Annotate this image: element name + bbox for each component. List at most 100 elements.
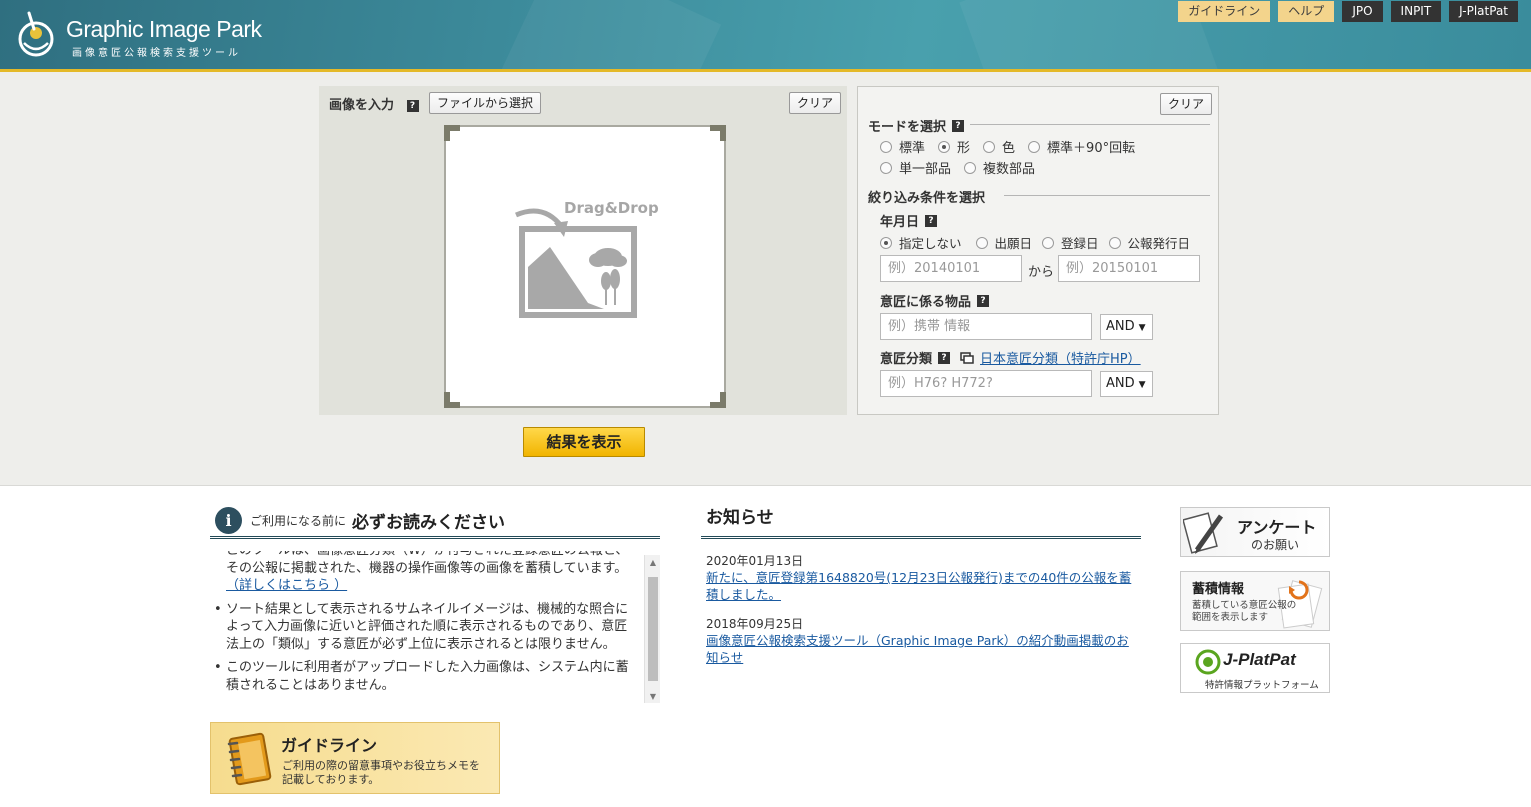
news-item: 2020年01月13日 新たに、意匠登録第1648820号(12月23日公報発行… — [706, 553, 1136, 603]
notice-scroll-box[interactable]: このツールは、画像意匠分類（W）が付与された登録意匠の公報と、その公報に掲載され… — [210, 551, 660, 703]
news-link[interactable]: 画像意匠公報検索支援ツール（Graphic Image Park）の紹介動画掲載… — [706, 632, 1136, 666]
date-option-application[interactable]: 出願日 — [975, 233, 1032, 252]
drop-corner — [444, 392, 460, 408]
date-option-publication[interactable]: 公報発行日 — [1108, 233, 1191, 252]
article-title-wrap: 意匠に係る物品 ? — [880, 291, 990, 310]
help-icon[interactable]: ? — [977, 294, 990, 307]
image-placeholder-icon — [515, 208, 637, 318]
date-to-input[interactable]: 例）20150101 — [1058, 255, 1200, 282]
radio-button[interactable] — [983, 140, 996, 153]
drop-corner — [444, 125, 460, 141]
article-operator-select[interactable]: AND ▼ — [1100, 314, 1153, 340]
class-reference-link[interactable]: 日本意匠分類（特許庁HP） — [980, 348, 1141, 367]
guideline-desc-line: 記載しております。 — [282, 773, 380, 786]
guideline-banner-title: ガイドライン — [281, 736, 378, 755]
class-operator-value: AND — [1106, 376, 1135, 391]
date-title-wrap: 年月日 ? — [880, 211, 938, 230]
mode-option-color[interactable]: 色 — [983, 137, 1015, 156]
search-options-panel: クリア モードを選択 ? 標準 形 色 標準＋90°回転 単一部品 複数部品 絞… — [857, 86, 1219, 415]
news-section: お知らせ 2020年01月13日 新たに、意匠登録第1648820号(12月23… — [701, 505, 1141, 665]
stock-desc-line: 蓄積している意匠公報の — [1192, 600, 1297, 611]
radio-button-selected[interactable] — [938, 140, 951, 153]
article-title: 意匠に係る物品 — [880, 295, 972, 310]
show-results-button[interactable]: 結果を表示 — [523, 427, 645, 457]
drop-corner — [710, 392, 726, 408]
guideline-banner[interactable]: ガイドライン ご利用の際の留意事項やお役立ちメモを 記載しております。 — [210, 722, 500, 794]
search-area: 画像を入力 ? ファイルから選択 クリア Drag&Drop 結果を表示 クリア… — [0, 72, 1531, 486]
filter-section-title: 絞り込み条件を選択 — [868, 187, 985, 206]
notice-title: 必ずお読みください — [352, 513, 506, 533]
mode-option-shape[interactable]: 形 — [938, 137, 970, 156]
radio-button[interactable] — [975, 236, 988, 249]
radio-button[interactable] — [1042, 236, 1055, 249]
divider — [970, 124, 1210, 125]
news-item: 2018年09月25日 画像意匠公報検索支援ツール（Graphic Image … — [706, 616, 1136, 666]
stock-title: 蓄積情報 — [1192, 582, 1245, 597]
class-operator-select[interactable]: AND ▼ — [1100, 371, 1153, 397]
date-to-label: から — [1028, 265, 1055, 280]
details-link[interactable]: （詳しくはこちら ） — [226, 578, 347, 593]
news-title: お知らせ — [701, 505, 1141, 539]
drop-corner — [710, 125, 726, 141]
stock-info-banner[interactable]: 蓄積情報 蓄積している意匠公報の 範囲を表示します — [1180, 571, 1330, 631]
date-title: 年月日 — [880, 215, 920, 230]
notice-item: このツールに利用者がアップロードした入力画像は、システム内に蓄積されることはあり… — [214, 659, 640, 694]
image-clear-button[interactable]: クリア — [789, 92, 842, 114]
mode-option-rotate[interactable]: 標準＋90°回転 — [1028, 137, 1135, 156]
help-icon[interactable]: ? — [938, 351, 951, 364]
mode-label: 標準＋90°回転 — [1047, 141, 1136, 156]
date-type-label: 公報発行日 — [1127, 236, 1191, 251]
mode-option-single[interactable]: 単一部品 — [880, 158, 951, 177]
notice-header: i ご利用になる前に 必ずお読みください — [210, 505, 660, 539]
scroll-down-icon[interactable]: ▼ — [645, 689, 660, 703]
radio-button[interactable] — [964, 161, 977, 174]
mode-label: 単一部品 — [899, 162, 952, 177]
nav-inpit[interactable]: INPIT — [1390, 1, 1442, 22]
date-type-options: 指定しない 出願日 登録日 公報発行日 — [880, 233, 1190, 252]
article-input[interactable]: 例）携帯 情報 — [880, 313, 1092, 340]
scroll-up-icon[interactable]: ▲ — [645, 555, 660, 571]
help-icon[interactable]: ? — [952, 119, 965, 132]
mode-label: 標準 — [899, 141, 926, 156]
pen-paper-icon — [1183, 512, 1224, 554]
image-input-label: 画像を入力 — [329, 98, 395, 113]
date-from-input[interactable]: 例）20140101 — [880, 255, 1022, 282]
notice-scrollbar[interactable]: ▲ ▼ — [644, 555, 660, 703]
select-file-button[interactable]: ファイルから選択 — [429, 92, 542, 114]
radio-button[interactable] — [1028, 140, 1041, 153]
news-link[interactable]: 新たに、意匠登録第1648820号(12月23日公報発行)までの40件の公報を蓄… — [706, 569, 1136, 603]
mode-label: 色 — [1002, 141, 1016, 156]
nav-jpo[interactable]: JPO — [1342, 1, 1383, 22]
notice-section: i ご利用になる前に 必ずお読みください このツールは、画像意匠分類（W）が付与… — [210, 505, 660, 703]
nav-jplatpat[interactable]: J-PlatPat — [1449, 1, 1518, 22]
options-clear-button[interactable]: クリア — [1160, 93, 1213, 115]
nav-help[interactable]: ヘルプ — [1278, 1, 1335, 22]
notice-item-text: このツールは、画像意匠分類（W）が付与された登録意匠の公報と、その公報に掲載され… — [226, 551, 628, 576]
info-icon: i — [215, 507, 242, 534]
image-input-panel: 画像を入力 ? ファイルから選択 クリア Drag&Drop — [319, 86, 847, 415]
mode-section-title: モードを選択 ? — [868, 116, 965, 135]
jplatpat-banner[interactable]: J-PlatPat 特許情報プラットフォーム — [1180, 643, 1330, 693]
help-icon[interactable]: ? — [406, 99, 419, 112]
image-drop-zone[interactable]: Drag&Drop — [444, 125, 726, 408]
nav-guideline[interactable]: ガイドライン — [1178, 1, 1271, 22]
help-icon[interactable]: ? — [925, 214, 938, 227]
radio-button-selected[interactable] — [880, 236, 892, 249]
mode-option-multi[interactable]: 複数部品 — [964, 158, 1035, 177]
news-date: 2018年09月25日 — [706, 617, 804, 631]
date-option-none[interactable]: 指定しない — [880, 233, 962, 252]
survey-banner[interactable]: アンケート のお願い — [1180, 507, 1330, 557]
news-date: 2020年01月13日 — [706, 554, 804, 568]
filter-title: 絞り込み条件を選択 — [868, 191, 986, 206]
radio-button[interactable] — [1108, 236, 1121, 249]
dropdown-arrow-icon: ▼ — [1138, 380, 1146, 390]
date-option-registration[interactable]: 登録日 — [1042, 233, 1099, 252]
mode-option-standard[interactable]: 標準 — [880, 137, 925, 156]
site-logo[interactable]: Graphic Image Park 画像意匠公報検索支援ツール — [16, 9, 262, 61]
notice-item: ソート結果として表示されるサムネイルイメージは、機械的な照合によって入力画像に近… — [214, 601, 640, 654]
class-input[interactable]: 例）H76? H772? — [880, 370, 1092, 397]
mode-title: モードを選択 — [868, 120, 947, 135]
radio-button[interactable] — [880, 140, 892, 153]
radio-button[interactable] — [880, 161, 892, 174]
scroll-thumb[interactable] — [648, 577, 658, 681]
